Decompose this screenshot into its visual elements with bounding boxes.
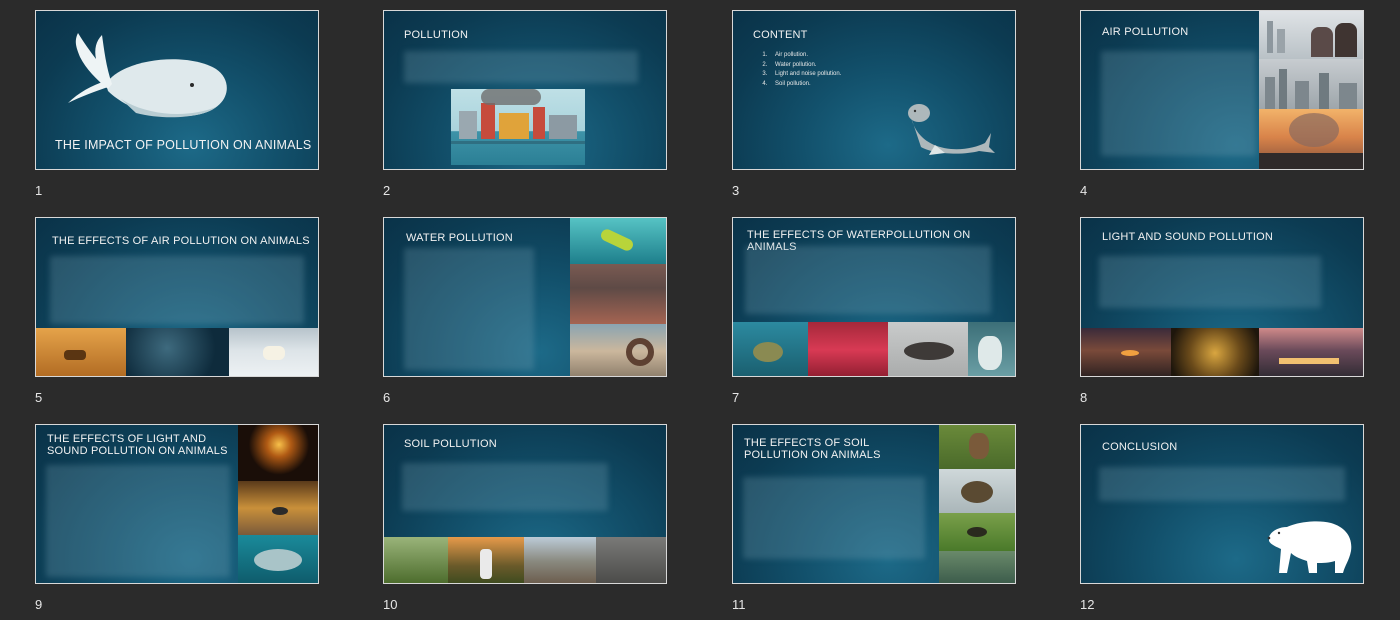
- slide-title: THE IMPACT OF POLLUTION ON ANIMALS: [55, 138, 312, 152]
- polar-bear-icon: [1267, 521, 1352, 573]
- polar-bear-ice-photo: [229, 328, 318, 376]
- slide-thumbnail-9[interactable]: THE EFFECTS OF LIGHT AND SOUND POLLUTION…: [35, 424, 319, 584]
- bird-grass-photo: [939, 513, 1015, 551]
- slide-number: 1: [35, 183, 43, 198]
- traffic-city-photo: [1259, 328, 1363, 376]
- slide-thumbnail-1[interactable]: THE IMPACT OF POLLUTION ON ANIMALS: [35, 10, 319, 170]
- turtle-net-photo: [733, 322, 808, 376]
- smog-city-photo: [1259, 11, 1363, 59]
- slide-title: WATER POLLUTION: [406, 232, 513, 244]
- aerial-night-lights-photo: [1171, 328, 1259, 376]
- oiled-seal-photo: [888, 322, 968, 376]
- city-lights-hills-photo: [1081, 328, 1171, 376]
- slide-thumbnail-6[interactable]: WATER POLLUTION: [383, 217, 667, 377]
- content-list-item: Light and noise pollution.: [769, 70, 841, 80]
- night-beach-turtle-photo: [238, 481, 318, 535]
- slide-title: CONTENT: [753, 29, 808, 41]
- slide-number: 5: [35, 390, 43, 405]
- slide-title: THE EFFECTS OF AIR POLLUTION ON ANIMALS: [52, 235, 310, 247]
- slide-thumbnail-2[interactable]: POLLUTION: [383, 10, 667, 170]
- seal-icon: [908, 104, 995, 155]
- slide-title: THE EFFECTS OF SOIL POLLUTION ON ANIMALS: [744, 437, 881, 461]
- landfill-photo: [524, 537, 596, 583]
- slide-number: 3: [732, 183, 740, 198]
- slide-thumbnail-8[interactable]: LIGHT AND SOUND POLLUTION: [1080, 217, 1364, 377]
- duck-photo: [939, 469, 1015, 513]
- blurred-text-placeholder: [745, 246, 991, 314]
- blurred-text-placeholder: [743, 477, 925, 559]
- slide-thumbnail-4[interactable]: AIR POLLUTION: [1080, 10, 1364, 170]
- factory-illustration: [451, 89, 585, 165]
- hazy-skyline-photo: [1259, 59, 1363, 109]
- slide-title: SOIL POLLUTION: [404, 438, 497, 450]
- content-list: Air pollution. Water pollution. Light an…: [757, 51, 841, 89]
- blurred-text-placeholder: [1099, 256, 1321, 308]
- pebble-litter-photo: [596, 537, 666, 583]
- content-list-item: Soil pollution.: [769, 80, 841, 90]
- blurred-text-placeholder: [50, 256, 304, 324]
- whale-icon: [68, 33, 227, 118]
- rope-beach-photo: [570, 324, 666, 376]
- factory-smoke-sunset-photo: [1259, 109, 1363, 169]
- algae-aerial-photo: [126, 328, 229, 376]
- beluga-photo: [968, 322, 1015, 376]
- slide-number: 8: [1080, 390, 1088, 405]
- deer-fog-photo: [36, 328, 126, 376]
- slide-number: 11: [732, 597, 746, 612]
- slide-title: THE EFFECTS OF LIGHT AND SOUND POLLUTION…: [47, 433, 228, 457]
- blurred-text-placeholder: [46, 465, 230, 577]
- slide-title: POLLUTION: [404, 29, 469, 41]
- content-list-item: Water pollution.: [769, 61, 841, 71]
- lantern-photo: [238, 425, 318, 481]
- blurred-text-placeholder: [402, 463, 608, 511]
- slide-thumbnail-3[interactable]: CONTENT Air pollution. Water pollution. …: [732, 10, 1016, 170]
- plastic-beach-photo: [570, 264, 666, 324]
- slide-thumbnail-12[interactable]: CONCLUSION: [1080, 424, 1364, 584]
- monkey-plastic-photo: [939, 425, 1015, 469]
- slide-thumbnail-7[interactable]: THE EFFECTS OF WATERPOLLUTION ON ANIMALS: [732, 217, 1016, 377]
- slide-title: AIR POLLUTION: [1102, 26, 1189, 38]
- slide-number: 12: [1080, 597, 1095, 612]
- protective-suit-field-photo: [448, 537, 524, 583]
- whale-underwater-photo: [238, 535, 318, 583]
- red-water-photo: [808, 322, 888, 376]
- crop-spraying-photo: [384, 537, 448, 583]
- slide-number: 10: [383, 597, 398, 612]
- slide-number: 2: [383, 183, 391, 198]
- slide-title: LIGHT AND SOUND POLLUTION: [1102, 231, 1274, 243]
- slide-number: 4: [1080, 183, 1088, 198]
- blurred-text-placeholder: [1101, 51, 1256, 156]
- slide-number: 9: [35, 597, 43, 612]
- slide-thumbnail-5[interactable]: THE EFFECTS OF AIR POLLUTION ON ANIMALS: [35, 217, 319, 377]
- slide-number: 6: [383, 390, 391, 405]
- blurred-text-placeholder: [404, 51, 638, 83]
- slide-number: 7: [732, 390, 740, 405]
- underwater-bottle-photo: [570, 218, 666, 264]
- slide-thumbnail-11[interactable]: THE EFFECTS OF SOIL POLLUTION ON ANIMALS: [732, 424, 1016, 584]
- blurred-text-placeholder: [1099, 467, 1345, 501]
- content-list-item: Air pollution.: [769, 51, 841, 61]
- polluted-ground-photo: [939, 551, 1015, 583]
- blurred-text-placeholder: [404, 248, 534, 370]
- slide-title: CONCLUSION: [1102, 441, 1178, 453]
- slide-thumbnail-10[interactable]: SOIL POLLUTION: [383, 424, 667, 584]
